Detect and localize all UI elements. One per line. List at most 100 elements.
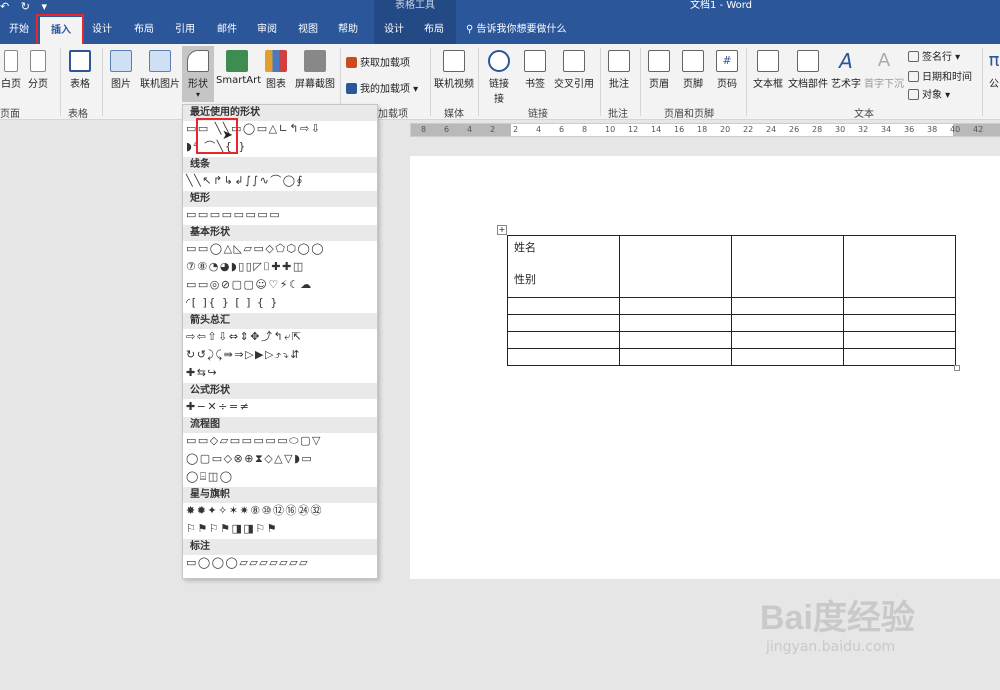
shape-row[interactable]: ✚−✕÷=≠ xyxy=(183,399,377,417)
store-icon xyxy=(346,57,357,68)
ruler-tick-label: 26 xyxy=(789,125,800,134)
ruler-tick-label: 34 xyxy=(881,125,892,134)
wordart-button[interactable]: A 艺术字 xyxy=(830,50,862,90)
shape-row[interactable]: ▭▭◯△◺▱▭◇⬠⬡◯◯ xyxy=(183,241,377,259)
signature-line-button[interactable]: 签名行 ▾ xyxy=(908,48,960,63)
textbox-button[interactable]: 文本框 xyxy=(750,50,786,90)
table-cell[interactable] xyxy=(619,314,732,332)
horizontal-ruler[interactable]: 8 6 4 2 2 4 6 8 10 12 14 16 18 20 22 24 26 28 30 32 34 36 38 40… xyxy=(410,123,1000,137)
group-separator xyxy=(102,48,103,116)
document-page[interactable]: + 姓名 性别 xyxy=(410,156,1000,579)
undo-icon[interactable]: ↶ xyxy=(0,0,9,13)
table-button[interactable]: 表格 xyxy=(64,50,96,90)
table-cell[interactable] xyxy=(843,314,956,332)
group-separator xyxy=(478,48,479,116)
table-row xyxy=(507,348,956,366)
bookmark-button[interactable]: 书签 xyxy=(520,50,550,90)
shape-row[interactable]: ▭▭◎⊘▢▢☺♡⚡☾☁ xyxy=(183,277,377,295)
date-time-button[interactable]: 日期和时间 xyxy=(908,68,972,83)
ruler-tick-label: 8 xyxy=(582,125,588,134)
shape-row[interactable]: ╲╲↖↱↳↲∫∫∿⌒◯∮ xyxy=(183,173,377,191)
table-cell[interactable] xyxy=(619,297,732,315)
tab-review[interactable]: 审阅 xyxy=(248,15,286,44)
table-cell[interactable] xyxy=(507,297,620,315)
screenshot-button[interactable]: 屏幕截图 xyxy=(292,50,338,90)
redo-icon[interactable]: ↻ xyxy=(21,0,30,13)
link-button[interactable]: 链接 接 xyxy=(484,50,514,105)
online-video-button[interactable]: 联机视频 xyxy=(434,50,474,90)
table-cell[interactable] xyxy=(619,331,732,349)
tab-design[interactable]: 设计 xyxy=(84,15,120,44)
page-number-icon: # xyxy=(716,50,738,72)
table-cell[interactable] xyxy=(507,314,620,332)
equation-button[interactable]: π 公 xyxy=(988,50,1000,90)
table-move-handle[interactable]: + xyxy=(497,225,507,235)
shape-row[interactable]: ↻↺⤸⤹⇛⇒▷▶▷⤴⤵⇵ xyxy=(183,347,377,365)
online-picture-button[interactable]: 联机图片 xyxy=(138,50,182,90)
tab-references[interactable]: 引用 xyxy=(166,15,204,44)
shape-row[interactable]: ✸✹✦✧✶✷⑧⑩⑫⑯㉔㉜ xyxy=(183,503,377,521)
group-separator xyxy=(430,48,431,116)
chart-button[interactable]: 图表 xyxy=(262,50,290,90)
page-number-button[interactable]: # 页码 xyxy=(712,50,742,90)
shape-row[interactable]: ◯⌸◫◯ xyxy=(183,469,377,487)
shapes-gallery-dropdown[interactable]: 最近使用的形状 ▭▭ ╲╲▭◯▭△∟↰⇨⇩ ◗⁴ ⌒╲{ } 线条 ╲╲↖↱↳↲∫∫∿⌒… xyxy=(182,104,378,579)
table-cell[interactable] xyxy=(507,331,620,349)
shape-row[interactable]: ✚⇆↪ xyxy=(183,365,377,383)
page-break-button[interactable]: 分页 xyxy=(24,50,52,90)
tell-me-search[interactable]: ⚲ 告诉我你想要做什么 xyxy=(466,15,567,44)
shape-row[interactable]: ⇨⇦⇧⇩⇔⇕✥⤴↰⤶⇱ xyxy=(183,329,377,347)
table-cell[interactable] xyxy=(731,235,844,298)
dropcap-button[interactable]: A 首字下沉 xyxy=(864,50,904,90)
shapes-button[interactable]: 形状 ▾ xyxy=(182,46,214,102)
shape-row[interactable]: ▱▱▱▱ xyxy=(183,573,377,578)
cross-reference-button[interactable]: 交叉引用 xyxy=(552,50,596,90)
ruler-tick-label: 4 xyxy=(467,125,473,134)
table-cell[interactable] xyxy=(731,314,844,332)
get-addins-button[interactable]: 获取加载项 xyxy=(346,54,410,69)
shape-row[interactable]: ▭▭◇▱▭▭▭▭▭⬭▢▽ xyxy=(183,433,377,451)
tab-mailings[interactable]: 邮件 xyxy=(208,15,246,44)
table-cell[interactable] xyxy=(731,331,844,349)
table-cell[interactable] xyxy=(843,235,956,298)
shape-category-header: 星与旗帜 xyxy=(183,487,377,503)
header-icon xyxy=(648,50,670,72)
picture-button[interactable]: 图片 xyxy=(106,50,136,90)
quick-parts-button[interactable]: 文档部件 xyxy=(788,50,828,90)
my-addins-button[interactable]: 我的加载项 ▾ xyxy=(346,80,418,95)
table-resize-handle[interactable] xyxy=(954,365,960,371)
shape-row[interactable]: ⑦⑧◔◕◗▯▯◸⌷✚✚◫ xyxy=(183,259,377,277)
tab-home[interactable]: 开始 xyxy=(0,15,38,44)
blank-page-button[interactable]: 白页 xyxy=(0,50,22,90)
table-cell[interactable] xyxy=(619,235,732,298)
table-cell[interactable] xyxy=(843,331,956,349)
header-button[interactable]: 页眉 xyxy=(644,50,674,90)
customize-qat-icon[interactable]: ▾ xyxy=(41,0,47,13)
shape-row[interactable]: ▭◯◯◯▱▱▱▱▱▱▱ xyxy=(183,555,377,573)
table-cell[interactable] xyxy=(507,348,620,366)
object-button[interactable]: 对象 ▾ xyxy=(908,86,950,101)
ruler-tick-label: 38 xyxy=(927,125,938,134)
camera-icon xyxy=(304,50,326,72)
shape-row[interactable]: ◜[ ]{ } [ ] { } xyxy=(183,295,377,313)
table-cell[interactable]: 姓名 性别 xyxy=(507,235,620,298)
shape-row[interactable]: ▭▭▭▭▭▭▭▭ xyxy=(183,207,377,225)
table-cell[interactable] xyxy=(731,297,844,315)
table-cell[interactable] xyxy=(843,297,956,315)
tab-layout[interactable]: 布局 xyxy=(124,15,164,44)
tab-view[interactable]: 视图 xyxy=(288,15,328,44)
smartart-button[interactable]: SmartArt xyxy=(216,50,261,86)
shape-row[interactable]: ⚐⚑⚐⚑◨◨⚐⚑ xyxy=(183,521,377,539)
tab-help[interactable]: 帮助 xyxy=(328,15,368,44)
comment-button[interactable]: 批注 xyxy=(604,50,634,90)
tab-table-design[interactable]: 设计 xyxy=(374,15,414,44)
group-separator xyxy=(982,48,983,116)
table-cell[interactable] xyxy=(843,348,956,366)
table-cell[interactable] xyxy=(731,348,844,366)
shape-row[interactable]: ◯▢▭◇⊗⊕⧗◇△▽◗▭ xyxy=(183,451,377,469)
document-table[interactable]: 姓名 性别 xyxy=(507,235,956,366)
footer-button[interactable]: 页脚 xyxy=(678,50,708,90)
ruler-tick-label: 6 xyxy=(444,125,450,134)
table-cell[interactable] xyxy=(619,348,732,366)
tab-table-layout[interactable]: 布局 xyxy=(414,15,454,44)
